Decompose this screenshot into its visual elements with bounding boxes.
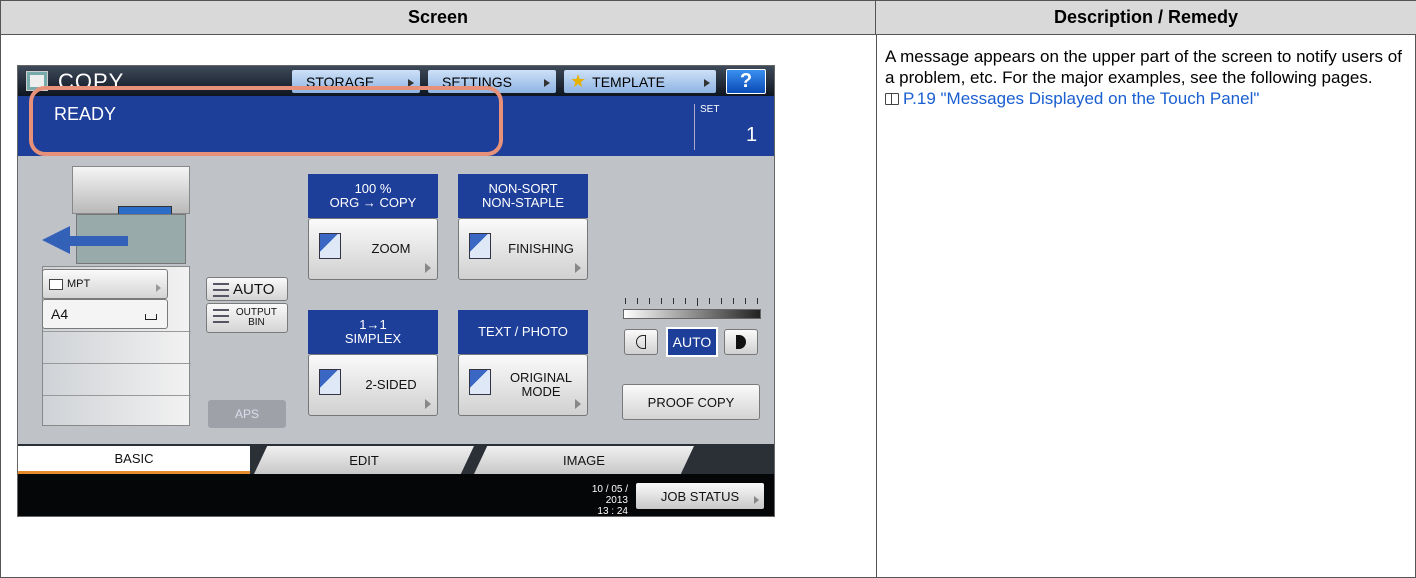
density-gradient-bar bbox=[623, 309, 761, 319]
aps-button[interactable]: APS bbox=[208, 400, 286, 428]
proof-copy-button[interactable]: PROOF COPY bbox=[622, 384, 760, 420]
tray-mpt-label: MPT bbox=[67, 278, 91, 290]
date: 10 / 05 / 2013 bbox=[591, 484, 628, 506]
paper-orientation-icon bbox=[145, 314, 157, 320]
zoom-caption: 100 % ORG → COPY bbox=[308, 174, 438, 218]
header-screen: Screen bbox=[1, 1, 876, 35]
output-bin-button[interactable]: OUTPUT BIN bbox=[206, 303, 288, 333]
density-scale bbox=[623, 298, 761, 306]
exit-tray-arrow-icon bbox=[42, 226, 70, 254]
darker-button[interactable] bbox=[724, 329, 758, 355]
original-mode-button[interactable]: ORIGINAL MODE bbox=[458, 354, 588, 416]
zoom-ratio: 100 % bbox=[354, 181, 392, 196]
set-value: 1 bbox=[746, 124, 758, 146]
output-stack-icon bbox=[213, 283, 229, 297]
duplex-caption: 1→1 SIMPLEX bbox=[308, 310, 438, 354]
darker-icon bbox=[736, 335, 746, 349]
finishing-icon bbox=[469, 233, 491, 259]
finishing-label: FINISHING bbox=[508, 241, 574, 256]
description-text: A message appears on the upper part of t… bbox=[885, 47, 1402, 87]
tab-basic[interactable]: BASIC bbox=[18, 446, 250, 474]
header-description: Description / Remedy bbox=[876, 1, 1416, 35]
zoom-button[interactable]: ZOOM bbox=[308, 218, 438, 280]
job-status-button[interactable]: JOB STATUS bbox=[636, 483, 764, 509]
output-bin-icon bbox=[213, 309, 229, 323]
tray-a4-button[interactable]: A4 bbox=[42, 299, 168, 329]
date-time: 10 / 05 / 2013 13 : 24 bbox=[568, 484, 628, 517]
touch-panel-screenshot: COPY STORAGE SETTINGS ★ TEMPLATE ? READY… bbox=[17, 65, 775, 517]
finishing-sort: NON-SORT bbox=[488, 181, 558, 196]
column-divider bbox=[876, 35, 877, 578]
duplex-mode: 1→1 bbox=[359, 317, 387, 332]
book-icon bbox=[885, 93, 899, 105]
tab-edit[interactable]: EDIT bbox=[254, 446, 474, 474]
output-bin-line2: BIN bbox=[248, 317, 265, 328]
job-status-label: JOB STATUS bbox=[660, 488, 740, 504]
duplex-type: SIMPLEX bbox=[344, 331, 402, 346]
two-sided-icon bbox=[319, 369, 341, 395]
help-button[interactable]: ? bbox=[726, 69, 766, 94]
tray-mpt-button[interactable]: MPT bbox=[42, 269, 168, 299]
auto-output-button[interactable]: AUTO bbox=[206, 277, 288, 301]
lighter-icon bbox=[636, 335, 646, 349]
two-sided-label: 2-SIDED bbox=[365, 377, 417, 392]
set-label: SET bbox=[700, 104, 720, 115]
reference-link-text[interactable]: P.19 "Messages Displayed on the Touch Pa… bbox=[903, 89, 1259, 109]
finishing-staple: NON-STAPLE bbox=[481, 195, 565, 210]
template-label: TEMPLATE bbox=[592, 73, 666, 90]
status-bar: 10 / 05 / 2013 13 : 24 JOB STATUS bbox=[18, 474, 774, 516]
density-auto-button[interactable]: AUTO bbox=[666, 327, 718, 357]
reference-link[interactable]: P.19 "Messages Displayed on the Touch Pa… bbox=[885, 89, 1259, 109]
tab-image[interactable]: IMAGE bbox=[474, 446, 694, 474]
zoom-icon bbox=[319, 233, 341, 259]
set-divider bbox=[694, 104, 695, 150]
two-sided-button[interactable]: 2-SIDED bbox=[308, 354, 438, 416]
mpt-tray-icon bbox=[49, 279, 63, 290]
original-mode-icon bbox=[469, 369, 491, 395]
zoom-direction: ORG → COPY bbox=[329, 195, 417, 210]
tray-a4-label: A4 bbox=[51, 306, 69, 322]
time: 13 : 24 bbox=[597, 506, 628, 517]
finishing-button[interactable]: FINISHING bbox=[458, 218, 588, 280]
document-table: Screen Description / Remedy A message ap… bbox=[0, 0, 1416, 578]
original-mode-line1: ORIGINAL bbox=[509, 370, 573, 385]
template-button[interactable]: ★ TEMPLATE bbox=[564, 70, 716, 93]
lighter-button[interactable] bbox=[624, 329, 658, 355]
finishing-caption: NON-SORT NON-STAPLE bbox=[458, 174, 588, 218]
original-mode-line2: MODE bbox=[521, 384, 561, 399]
star-icon: ★ bbox=[570, 71, 587, 91]
zoom-label: ZOOM bbox=[371, 241, 411, 256]
message-highlight-outline bbox=[29, 86, 503, 156]
original-mode-caption: TEXT / PHOTO bbox=[458, 310, 588, 354]
auto-label: AUTO bbox=[233, 280, 275, 298]
